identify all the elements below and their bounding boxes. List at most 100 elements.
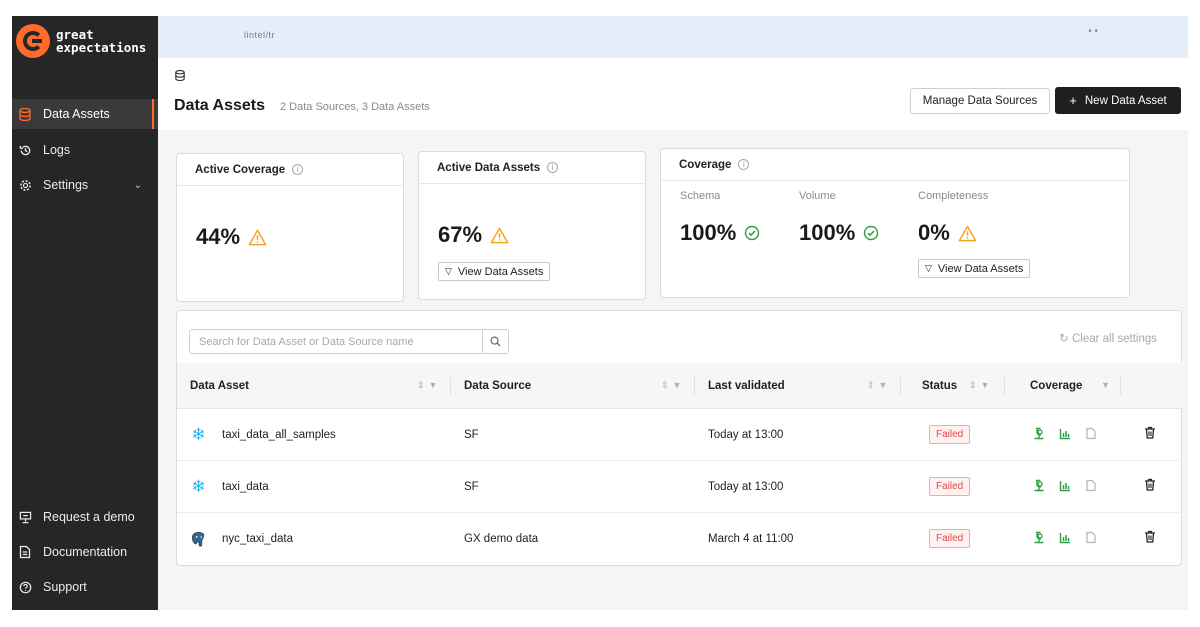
new-data-asset-button[interactable]: + New Data Asset bbox=[1055, 87, 1181, 114]
sidebar-item-support[interactable]: Support bbox=[12, 572, 158, 602]
column-divider bbox=[1004, 377, 1005, 395]
data-asset-cell[interactable]: ❄ taxi_data bbox=[190, 461, 269, 513]
card-header: Coverage i bbox=[661, 149, 1129, 181]
button-label: View Data Assets bbox=[937, 262, 1024, 275]
data-asset-name: taxi_data_all_samples bbox=[222, 429, 336, 441]
info-icon[interactable]: i bbox=[738, 159, 750, 170]
view-data-assets-button[interactable]: ▽ View Data Assets bbox=[438, 262, 551, 281]
active-data-assets-card: Active Data Assets i 67% ▽ View Data Ass… bbox=[418, 151, 646, 300]
breadcrumb[interactable]: lintel/tr bbox=[244, 30, 275, 40]
sidebar-item-label: Request a demo bbox=[43, 510, 135, 524]
active-data-assets-value: 67% bbox=[438, 222, 509, 248]
schema-label: Schema bbox=[680, 190, 721, 202]
volume-chart-icon[interactable] bbox=[1059, 427, 1071, 440]
sort-filter-icons[interactable]: ⇕▼ bbox=[661, 380, 685, 391]
logo-line-2: expectations bbox=[56, 40, 147, 55]
snowflake-icon: ❄ bbox=[191, 425, 206, 444]
sidebar: great expectations Data Assets Logs Sett… bbox=[12, 16, 158, 610]
sidebar-item-label: Logs bbox=[43, 143, 71, 157]
warning-icon bbox=[490, 227, 509, 244]
card-title: Active Data Assets bbox=[437, 161, 541, 174]
column-divider bbox=[694, 377, 695, 395]
metric-value: 67% bbox=[438, 222, 483, 247]
sidebar-item-documentation[interactable]: Documentation bbox=[12, 537, 158, 567]
warning-icon bbox=[248, 229, 267, 246]
volume-chart-icon[interactable] bbox=[1059, 531, 1071, 544]
data-asset-name: taxi_data bbox=[222, 481, 269, 493]
chevron-down-icon[interactable]: ⌄ bbox=[134, 180, 142, 191]
database-icon bbox=[175, 69, 185, 84]
app-window: great expectations Data Assets Logs Sett… bbox=[12, 16, 1188, 610]
check-circle-icon bbox=[863, 225, 879, 241]
completeness-document-icon[interactable] bbox=[1085, 531, 1097, 544]
filter-icon[interactable]: ▼ bbox=[1101, 380, 1114, 390]
data-asset-cell[interactable]: ❄ taxi_data_all_samples bbox=[190, 409, 336, 461]
trash-icon[interactable] bbox=[1144, 478, 1156, 491]
plus-icon: + bbox=[1069, 93, 1077, 108]
manage-data-sources-button[interactable]: Manage Data Sources bbox=[910, 88, 1050, 114]
logo-icon bbox=[16, 24, 50, 58]
document-icon bbox=[16, 543, 34, 561]
sidebar-item-data-assets[interactable]: Data Assets bbox=[12, 99, 158, 129]
completeness-document-icon[interactable] bbox=[1085, 427, 1097, 440]
page-subtitle: 2 Data Sources, 3 Data Assets bbox=[280, 101, 430, 113]
page-header: Data Assets 2 Data Sources, 3 Data Asset… bbox=[158, 58, 1188, 130]
column-header-coverage[interactable]: Coverage bbox=[1030, 363, 1082, 409]
table-row[interactable]: nyc_taxi_data GX demo data March 4 at 11… bbox=[177, 513, 1183, 565]
clear-all-settings-button[interactable]: ↻ Clear all settings bbox=[1059, 331, 1157, 345]
metric-value: 100% bbox=[680, 220, 737, 245]
data-assets-table-panel: ↻ Clear all settings Data Asset ⇕▼ Data … bbox=[176, 310, 1183, 566]
search-input[interactable] bbox=[190, 330, 482, 353]
logo[interactable]: great expectations bbox=[16, 24, 146, 58]
search-icon[interactable] bbox=[482, 330, 508, 353]
data-source-cell: SF bbox=[464, 481, 479, 493]
info-icon[interactable]: i bbox=[547, 162, 559, 173]
schema-coverage-icon[interactable] bbox=[1033, 427, 1045, 440]
data-asset-cell[interactable]: nyc_taxi_data bbox=[190, 513, 293, 565]
completeness-document-icon[interactable] bbox=[1085, 479, 1097, 492]
metric-value: 44% bbox=[196, 224, 241, 249]
button-label: View Data Assets bbox=[457, 265, 544, 278]
table-row[interactable]: ❄ taxi_data_all_samples SF Today at 13:0… bbox=[177, 409, 1183, 461]
sidebar-item-request-demo[interactable]: Request a demo bbox=[12, 502, 158, 532]
last-validated-cell: March 4 at 11:00 bbox=[708, 533, 794, 545]
schema-coverage-icon[interactable] bbox=[1033, 479, 1045, 492]
sort-filter-icons[interactable]: ⇕▼ bbox=[867, 380, 891, 391]
clear-label: Clear all settings bbox=[1071, 333, 1157, 345]
sort-filter-icons[interactable]: ⇕▼ bbox=[969, 380, 993, 391]
more-icon[interactable]: • • bbox=[1088, 26, 1098, 37]
view-data-assets-button[interactable]: ▽ View Data Assets bbox=[918, 259, 1031, 278]
trash-icon[interactable] bbox=[1144, 530, 1156, 543]
sidebar-item-settings[interactable]: Settings ⌄ bbox=[12, 170, 158, 200]
column-header-data-asset[interactable]: Data Asset bbox=[190, 363, 249, 409]
coverage-icons bbox=[1033, 427, 1097, 440]
card-header: Active Coverage i bbox=[177, 154, 403, 186]
warning-icon bbox=[958, 225, 977, 242]
column-header-status[interactable]: Status bbox=[922, 363, 957, 409]
active-coverage-value: 44% bbox=[196, 224, 267, 250]
table-header: Data Asset ⇕▼ Data Source ⇕▼ Last valida… bbox=[177, 363, 1183, 409]
schema-value: 100% bbox=[680, 220, 760, 246]
sort-filter-icons[interactable]: ⇕▼ bbox=[417, 380, 441, 391]
sidebar-item-label: Documentation bbox=[43, 545, 128, 559]
metric-value: 0% bbox=[918, 220, 950, 245]
filter-icon: ▽ bbox=[925, 263, 932, 273]
search-box bbox=[189, 329, 509, 354]
column-divider bbox=[450, 377, 451, 395]
trash-icon[interactable] bbox=[1144, 426, 1156, 439]
data-source-cell: GX demo data bbox=[464, 533, 539, 545]
completeness-value: 0% bbox=[918, 220, 977, 246]
sidebar-item-logs[interactable]: Logs bbox=[12, 135, 158, 165]
filter-icon: ▽ bbox=[445, 266, 452, 276]
coverage-card: Coverage i Schema Volume Completeness 10… bbox=[660, 148, 1130, 298]
volume-chart-icon[interactable] bbox=[1059, 479, 1071, 492]
info-icon[interactable]: i bbox=[292, 164, 304, 175]
table-row[interactable]: ❄ taxi_data SF Today at 13:00 Failed bbox=[177, 461, 1183, 513]
card-title: Coverage bbox=[679, 158, 732, 171]
gear-icon bbox=[16, 176, 34, 194]
schema-coverage-icon[interactable] bbox=[1033, 531, 1045, 544]
column-header-last-validated[interactable]: Last validated bbox=[708, 363, 785, 409]
top-bar: lintel/tr • • bbox=[158, 16, 1188, 58]
column-divider bbox=[1120, 377, 1121, 395]
column-header-data-source[interactable]: Data Source bbox=[464, 363, 531, 409]
